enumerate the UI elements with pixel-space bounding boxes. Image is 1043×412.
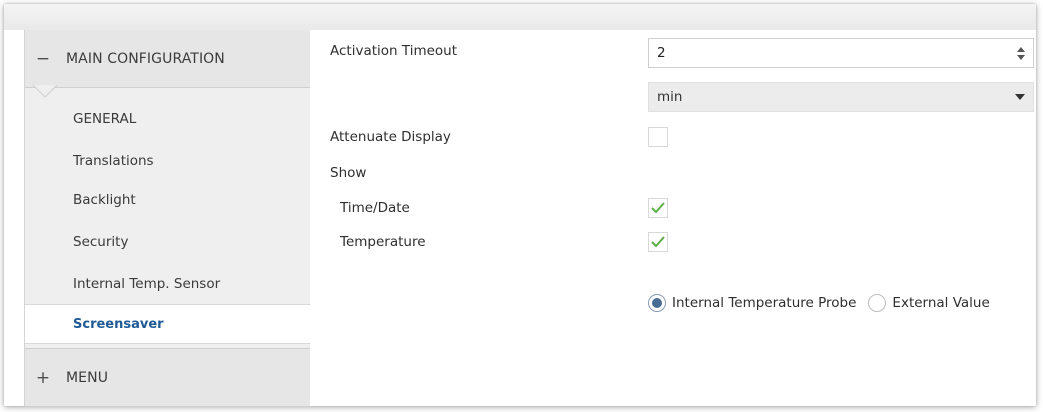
section-menu[interactable]: + MENU [25, 348, 311, 407]
time-date-checkbox[interactable] [648, 198, 668, 218]
time-date-label: Time/Date [340, 200, 410, 216]
sidebar-item-translations[interactable]: Translations [25, 142, 311, 180]
timeout-unit-value: min [657, 89, 683, 105]
sidebar-item-label: Screensaver [73, 316, 164, 332]
radio-label-external[interactable]: External Value [892, 295, 989, 311]
activation-timeout-label: Activation Timeout [330, 43, 458, 59]
settings-panel: Activation Timeout 2 min Attenuate Displ… [310, 30, 1036, 406]
sidebar-item-label: GENERAL [73, 111, 137, 127]
radio-label-internal[interactable]: Internal Temperature Probe [672, 295, 856, 311]
sidebar-item-screensaver[interactable]: Screensaver [25, 304, 312, 344]
radio-internal-temperature-probe[interactable] [648, 294, 666, 312]
sidebar-item-internal-temp-sensor[interactable]: Internal Temp. Sensor [25, 265, 311, 303]
temperature-checkbox[interactable] [648, 232, 668, 252]
sidebar-item-label: Security [73, 234, 129, 250]
sidebar-item-label: Translations [73, 153, 154, 169]
section-main-configuration[interactable]: − MAIN CONFIGURATION [25, 30, 311, 88]
temperature-label: Temperature [340, 234, 426, 250]
timeout-unit-select[interactable]: min [648, 82, 1034, 112]
window: − MAIN CONFIGURATION GENERAL Translation… [4, 4, 1036, 407]
sidebar-item-backlight[interactable]: Backlight [25, 181, 311, 219]
section-label: MAIN CONFIGURATION [66, 50, 225, 67]
sidebar-item-general[interactable]: GENERAL [25, 100, 311, 138]
spin-down-icon[interactable] [1017, 54, 1025, 60]
title-bar [4, 4, 1036, 30]
temperature-source-radio-group: Internal Temperature Probe External Valu… [648, 294, 990, 312]
sidebar-item-label: Backlight [73, 192, 136, 208]
sidebar: − MAIN CONFIGURATION GENERAL Translation… [24, 30, 312, 407]
sidebar-item-label: Internal Temp. Sensor [73, 276, 221, 292]
section-label: MENU [66, 369, 109, 386]
collapse-icon[interactable]: − [35, 49, 51, 69]
checkmark-icon [651, 202, 665, 214]
chevron-down-icon[interactable] [1015, 94, 1025, 100]
attenuate-display-checkbox[interactable] [648, 127, 668, 147]
activation-timeout-spinbox[interactable]: 2 [648, 38, 1034, 68]
spin-up-icon[interactable] [1017, 46, 1025, 52]
checkmark-icon [651, 236, 665, 248]
radio-selected-dot [652, 298, 662, 308]
expand-icon[interactable]: + [35, 368, 51, 388]
show-label: Show [330, 165, 367, 181]
radio-external-value[interactable] [868, 294, 887, 312]
attenuate-display-label: Attenuate Display [330, 129, 451, 145]
section-pointer-icon [33, 85, 57, 98]
activation-timeout-value: 2 [657, 45, 666, 61]
spinner-arrows[interactable] [1014, 46, 1028, 60]
sidebar-item-security[interactable]: Security [25, 223, 311, 261]
